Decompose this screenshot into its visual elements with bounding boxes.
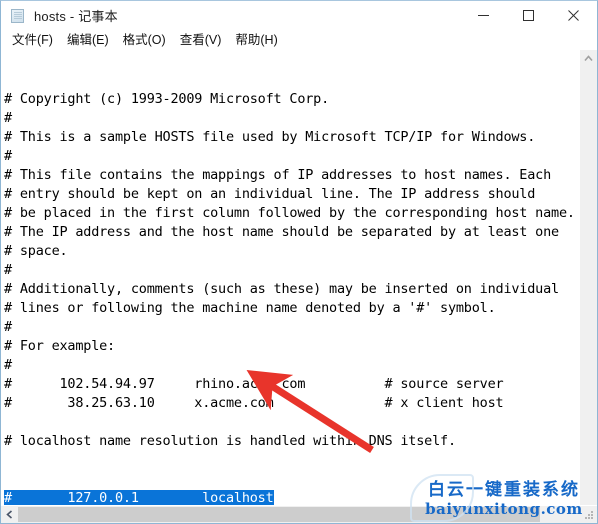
horizontal-scroll-thumb[interactable] xyxy=(18,507,540,522)
close-icon xyxy=(568,10,579,21)
menu-item-file[interactable]: 文件(F) xyxy=(5,30,60,50)
chevron-left-icon xyxy=(6,510,13,519)
vertical-scrollbar[interactable] xyxy=(579,50,597,505)
text-line: # Copyright (c) 1993-2009 Microsoft Corp… xyxy=(4,91,330,107)
maximize-icon xyxy=(523,10,534,21)
minimize-button[interactable] xyxy=(461,1,506,30)
text-line: # xyxy=(4,262,12,278)
text-line: # space. xyxy=(4,243,68,259)
text-line: # Additionally, comments (such as these)… xyxy=(4,281,559,297)
horizontal-scrollbar[interactable] xyxy=(1,505,597,523)
window-title: hosts - 记事本 xyxy=(34,9,118,24)
menu-item-edit[interactable]: 编辑(E) xyxy=(60,30,116,50)
text-line: # xyxy=(4,357,12,373)
text-line: # xyxy=(4,110,12,126)
text-line: # 102.54.94.97 rhino.acme.com # source s… xyxy=(4,376,504,392)
text-line xyxy=(4,413,579,432)
text-line: # The IP address and the host name shoul… xyxy=(4,224,559,240)
selected-text-line[interactable]: # 127.0.0.1 localhost xyxy=(4,489,579,505)
title-bar[interactable]: hosts - 记事本 xyxy=(1,1,597,30)
text-line: # For example: xyxy=(4,338,115,354)
text-line: # entry should be kept on an individual … xyxy=(4,186,536,202)
text-line: # lines or following the machine name de… xyxy=(4,300,496,316)
menu-bar: 文件(F) 编辑(E) 格式(O) 查看(V) 帮助(H) xyxy=(1,30,597,50)
resize-grip[interactable] xyxy=(583,509,595,521)
minimize-icon xyxy=(478,15,489,16)
menu-item-view[interactable]: 查看(V) xyxy=(173,30,229,50)
menu-item-format[interactable]: 格式(O) xyxy=(116,30,173,50)
text-line: # This is a sample HOSTS file used by Mi… xyxy=(4,129,536,145)
close-button[interactable] xyxy=(551,1,596,30)
chevron-up-icon xyxy=(584,55,593,62)
notepad-window: hosts - 记事本 文件(F) 编辑(E) 格式(O) 查看(V) 帮助(H… xyxy=(0,0,598,524)
menu-item-help[interactable]: 帮助(H) xyxy=(228,30,284,50)
text-editor-area[interactable]: # Copyright (c) 1993-2009 Microsoft Corp… xyxy=(1,50,579,505)
notepad-icon xyxy=(10,8,26,24)
text-line: # localhost name resolution is handled w… xyxy=(4,433,456,449)
text-line: # 38.25.63.10 x.acme.com # x client host xyxy=(4,395,504,411)
maximize-button[interactable] xyxy=(506,1,551,30)
editor-body: # Copyright (c) 1993-2009 Microsoft Corp… xyxy=(1,50,597,523)
text-line: # be placed in the first column followed… xyxy=(4,205,575,221)
text-content: # Copyright (c) 1993-2009 Microsoft Corp… xyxy=(4,90,579,451)
text-line: # xyxy=(4,319,12,335)
selection-highlight[interactable]: # 127.0.0.1 localhost xyxy=(4,490,274,505)
text-line: # This file contains the mappings of IP … xyxy=(4,167,552,183)
text-line: # xyxy=(4,148,12,164)
scroll-left-button[interactable] xyxy=(1,506,18,523)
scroll-up-button[interactable] xyxy=(580,50,597,67)
